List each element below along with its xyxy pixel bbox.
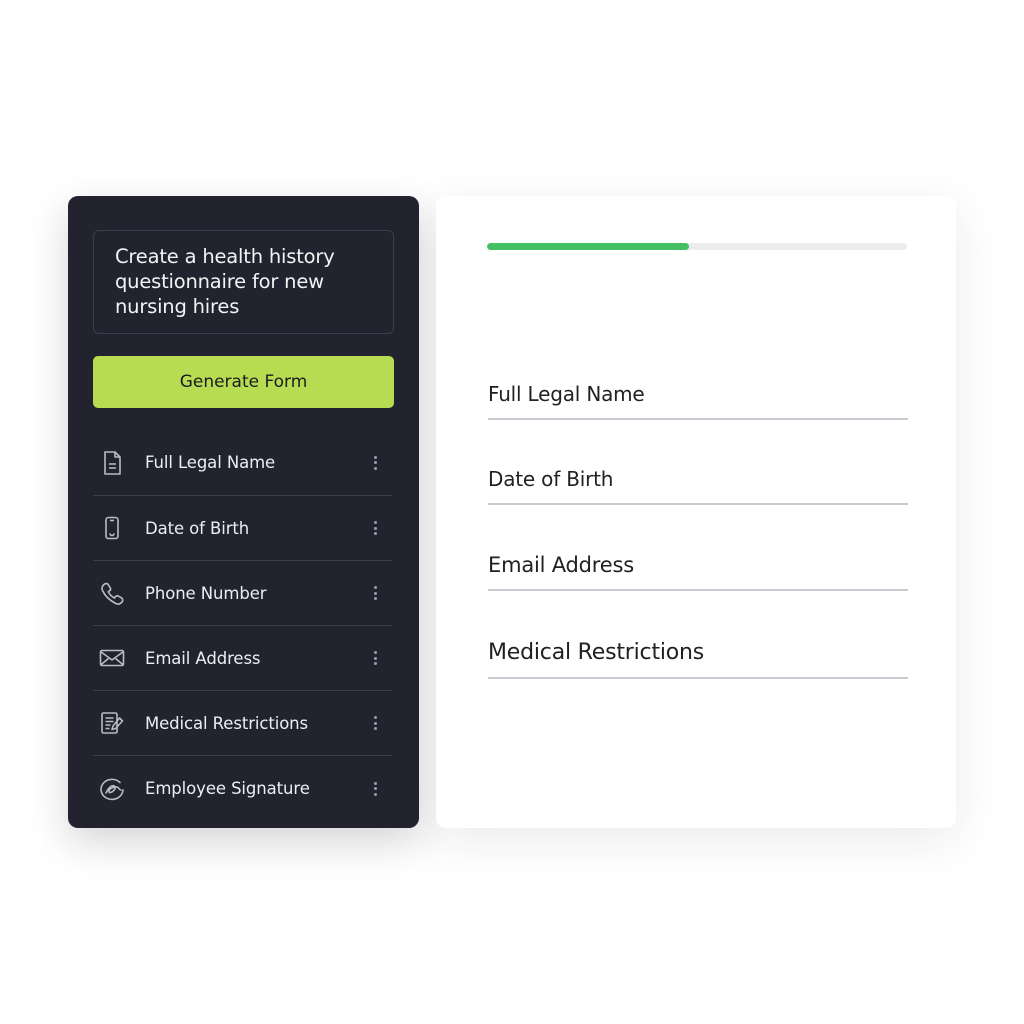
field-item-date-of-birth[interactable]: Date of Birth <box>93 496 392 561</box>
form-field-date-of-birth[interactable]: Date of Birth <box>488 467 908 505</box>
field-label: Full Legal Name <box>145 453 276 472</box>
form-field-medical-restrictions[interactable]: Medical Restrictions <box>488 640 908 679</box>
envelope-icon <box>98 644 126 672</box>
field-label: Medical Restrictions <box>145 713 309 733</box>
clipboard-edit-icon <box>98 709 126 737</box>
more-vertical-icon[interactable] <box>370 781 380 796</box>
field-label: Email Address <box>145 648 261 668</box>
field-item-employee-signature[interactable]: Employee Signature <box>93 756 392 821</box>
field-item-medical-restrictions[interactable]: Medical Restrictions <box>93 691 392 756</box>
progress-fill <box>487 243 689 250</box>
signature-icon <box>98 775 126 803</box>
field-list: Full Legal Name Date of Birth Phone Numb… <box>93 430 392 821</box>
generate-form-button[interactable]: Generate Form <box>93 356 394 408</box>
more-vertical-icon[interactable] <box>370 716 380 730</box>
phone-icon <box>98 579 126 607</box>
field-label: Date of Birth <box>145 518 250 538</box>
document-icon <box>98 449 126 477</box>
prompt-input[interactable]: Create a health history questionnaire fo… <box>93 230 394 334</box>
field-item-full-legal-name[interactable]: Full Legal Name <box>93 430 392 496</box>
more-vertical-icon[interactable] <box>370 521 380 535</box>
more-vertical-icon[interactable] <box>370 455 380 470</box>
form-preview-card: Full Legal Name Date of Birth Email Addr… <box>436 196 956 828</box>
mobile-icon <box>98 514 126 542</box>
field-label: Phone Number <box>145 583 267 603</box>
field-label: Employee Signature <box>145 779 310 798</box>
app-stage: Create a health history questionnaire fo… <box>0 0 1024 1024</box>
form-field-full-legal-name[interactable]: Full Legal Name <box>488 382 908 420</box>
form-field-email-address[interactable]: Email Address <box>488 553 908 591</box>
field-item-email-address[interactable]: Email Address <box>93 626 392 691</box>
more-vertical-icon[interactable] <box>370 651 380 665</box>
progress-bar <box>487 243 907 250</box>
form-builder-panel: Create a health history questionnaire fo… <box>68 196 419 828</box>
field-item-phone-number[interactable]: Phone Number <box>93 561 392 626</box>
more-vertical-icon[interactable] <box>370 586 380 600</box>
